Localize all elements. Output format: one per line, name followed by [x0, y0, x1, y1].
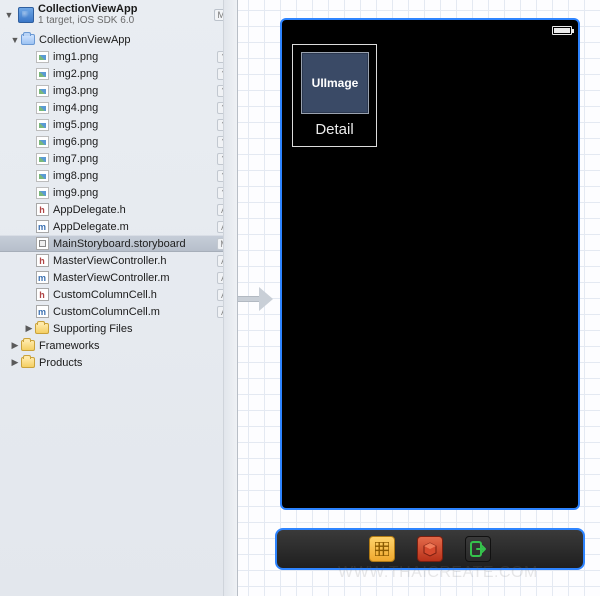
tree-item-label: CustomColumnCell.h [53, 289, 217, 301]
tree-item-label: img7.png [53, 153, 217, 165]
image-file-icon [36, 119, 49, 131]
tree-file-row[interactable]: img2.png? [0, 65, 237, 82]
storyboard-file-icon [36, 237, 49, 250]
disclosure-triangle-icon[interactable]: ▼ [10, 35, 20, 45]
tree-file-row[interactable]: img6.png? [0, 133, 237, 150]
tree-group-row[interactable]: ▶ Products [0, 354, 237, 371]
cell-detail-label[interactable]: Detail [293, 121, 376, 138]
tree-item-label: CustomColumnCell.m [53, 306, 217, 318]
tree-item-label: Supporting Files [53, 323, 231, 335]
tree-item-label: img6.png [53, 136, 217, 148]
first-responder-dock-icon[interactable] [417, 536, 443, 562]
tree-file-row[interactable]: img3.png? [0, 82, 237, 99]
battery-icon [552, 26, 572, 35]
project-navigator: ▼ CollectionViewApp 1 target, iOS SDK 6.… [0, 0, 238, 596]
folder-icon [21, 34, 35, 45]
view-controller-scene[interactable]: UIImage Detail [280, 18, 580, 510]
tree-file-row[interactable]: mMasterViewController.mA [0, 269, 237, 286]
exit-dock-icon[interactable] [465, 536, 491, 562]
tree-file-row[interactable]: img4.png? [0, 99, 237, 116]
tree-file-row[interactable]: img8.png? [0, 167, 237, 184]
tree-item-label: img9.png [53, 187, 217, 199]
tree-file-row[interactable]: img7.png? [0, 150, 237, 167]
tree-item-label: img5.png [53, 119, 217, 131]
tree-item-label: img4.png [53, 102, 217, 114]
tree-file-row[interactable]: mCustomColumnCell.mA [0, 303, 237, 320]
tree-item-label: MasterViewController.h [53, 255, 217, 267]
image-file-icon [36, 170, 49, 182]
folder-icon [35, 323, 49, 334]
impl-file-icon: m [36, 271, 49, 284]
project-header-row[interactable]: ▼ CollectionViewApp 1 target, iOS SDK 6.… [0, 0, 237, 29]
image-file-icon [36, 153, 49, 165]
collection-view-cell[interactable]: UIImage Detail [292, 44, 377, 147]
image-file-icon [36, 136, 49, 148]
tree-item-label: Frameworks [39, 340, 231, 352]
tree-item-label: img3.png [53, 85, 217, 97]
folder-icon [21, 340, 35, 351]
storyboard-canvas[interactable]: UIImage Detail WWW.THAICREATE.COM [238, 0, 600, 596]
file-tree: ▼ CollectionViewApp img1.png?img2.png?im… [0, 29, 237, 379]
project-subtitle: 1 target, iOS SDK 6.0 [38, 15, 210, 27]
tree-item-label: img1.png [53, 51, 217, 63]
tree-group-row[interactable]: ▶ Frameworks [0, 337, 237, 354]
tree-file-row[interactable]: hMasterViewController.hA [0, 252, 237, 269]
uiimageview-placeholder[interactable]: UIImage [301, 52, 369, 114]
tree-item-label: Products [39, 357, 231, 369]
tree-file-row[interactable]: img1.png? [0, 48, 237, 65]
folder-icon [21, 357, 35, 368]
tree-item-label: img2.png [53, 68, 217, 80]
tree-item-label: MainStoryboard.storyboard [53, 238, 217, 250]
header-file-icon: h [36, 254, 49, 267]
tree-item-label: img8.png [53, 170, 217, 182]
tree-file-row[interactable]: img9.png? [0, 184, 237, 201]
header-file-icon: h [36, 203, 49, 216]
xcode-project-icon [18, 7, 34, 23]
image-file-icon [36, 68, 49, 80]
initial-scene-arrow-icon[interactable] [238, 286, 273, 312]
tree-file-row[interactable]: mAppDelegate.mA [0, 218, 237, 235]
status-bar [288, 24, 572, 36]
image-file-icon [36, 51, 49, 63]
header-file-icon: h [36, 288, 49, 301]
tree-file-row[interactable]: img5.png? [0, 116, 237, 133]
impl-file-icon: m [36, 305, 49, 318]
tree-item-label: MasterViewController.m [53, 272, 217, 284]
tree-group-row[interactable]: ▶ Supporting Files [0, 320, 237, 337]
image-file-icon [36, 187, 49, 199]
tree-item-label: CollectionViewApp [39, 34, 231, 46]
tree-group-row[interactable]: ▼ CollectionViewApp [0, 31, 237, 48]
project-title: CollectionViewApp [38, 3, 210, 15]
tree-item-label: AppDelegate.m [53, 221, 217, 233]
image-file-icon [36, 85, 49, 97]
tree-file-row-selected[interactable]: MainStoryboard.storyboardM [0, 235, 237, 252]
watermark-text: WWW.THAICREATE.COM [338, 564, 538, 582]
tree-item-label: AppDelegate.h [53, 204, 217, 216]
tree-file-row[interactable]: hAppDelegate.hA [0, 201, 237, 218]
view-controller-dock-icon[interactable] [369, 536, 395, 562]
disclosure-triangle-icon[interactable]: ▼ [4, 10, 14, 20]
disclosure-triangle-icon[interactable]: ▶ [10, 340, 20, 351]
disclosure-triangle-icon[interactable]: ▶ [24, 323, 34, 334]
image-file-icon [36, 102, 49, 114]
impl-file-icon: m [36, 220, 49, 233]
tree-file-row[interactable]: hCustomColumnCell.hA [0, 286, 237, 303]
navigator-scrollbar[interactable] [223, 0, 237, 596]
disclosure-triangle-icon[interactable]: ▶ [10, 357, 20, 368]
